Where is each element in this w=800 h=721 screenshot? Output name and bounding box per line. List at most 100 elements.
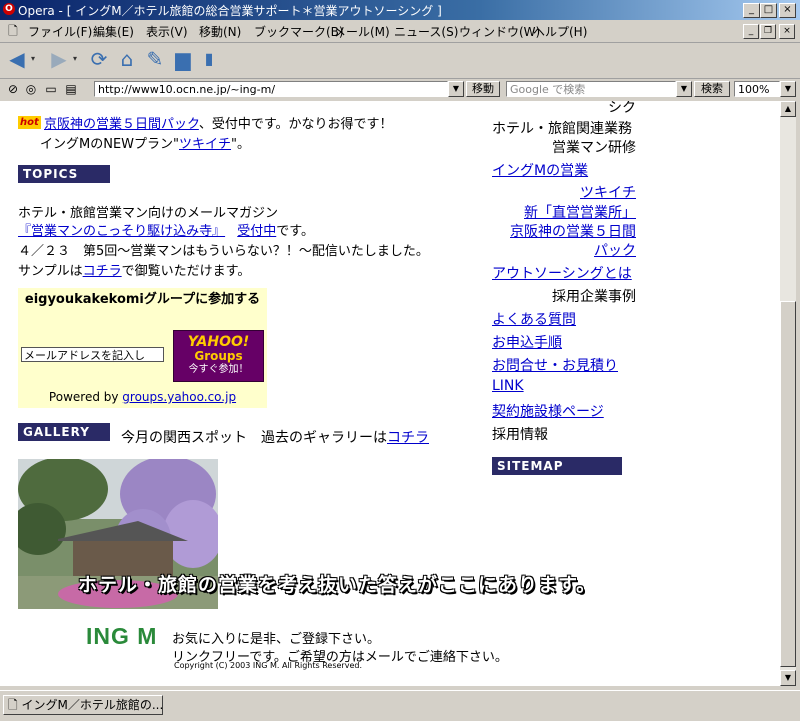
menu-help[interactable]: ヘルプ(H)	[533, 23, 587, 40]
sidebar-item-tsukiichi[interactable]: ツキイチ	[580, 182, 636, 202]
go-button[interactable]: 移動	[466, 81, 500, 97]
hot-text: 、受付中です。かなりお得です！	[198, 117, 393, 132]
forward-dropdown-icon[interactable]: ▾	[70, 48, 80, 70]
status-bar: 🗋 イングM／ホテル旅館の...	[0, 690, 800, 721]
sidebar-item-outsourcing[interactable]: アウトソーシングとは	[492, 263, 632, 283]
navigation-toolbar: ◀ ▾ ▶ ▾ ⟳ ⌂ ✎ ▆ ▮	[0, 43, 800, 79]
address-toolbar: ⊘ ◎ ▭ ▤ http://www10.ocn.ne.jp/~ing-m/ ▼…	[0, 79, 800, 101]
newplan-link[interactable]: ツキイチ	[179, 137, 231, 152]
scroll-thumb[interactable]	[780, 301, 796, 667]
home-icon[interactable]: ⌂	[116, 48, 138, 70]
opera-app-icon[interactable]: O	[3, 3, 15, 15]
yahoo-group-box: eigyoukakekomiグループに参加する メールアドレスを記入し YAHO…	[18, 288, 267, 408]
newplan-prefix: イングMのNEWプラン"	[40, 137, 179, 152]
menu-news[interactable]: ニュース(S)	[394, 23, 458, 40]
menu-bar: 🗋 ファイル(F) 編集(E) 表示(V) 移動(N) ブックマーク(B) メー…	[0, 20, 800, 43]
yahoo-logo-text: YAHOO!	[187, 334, 250, 350]
menu-edit[interactable]: 編集(E)	[93, 23, 134, 40]
accepting-link[interactable]: 受付中	[237, 224, 276, 239]
accepting-suffix: です。	[276, 224, 314, 239]
url-dropdown-button[interactable]: ▼	[448, 81, 464, 97]
banner-tagline: ホテル・旅館の営業を考え抜いた答えがここにあります。	[78, 574, 597, 596]
menu-window[interactable]: ウィンドウ(W)	[459, 23, 540, 40]
powered-prefix: Powered by	[48, 390, 123, 404]
reload-icon[interactable]: ⟳	[88, 48, 110, 70]
window-title-bar[interactable]: O Opera - [ イングM／ホテル旅館の総合営業サポート＊営業アウトソーシ…	[0, 0, 800, 20]
sidebar-item-application[interactable]: お申込手順	[492, 332, 562, 352]
sidebar-item-link[interactable]: LINK	[492, 378, 524, 394]
search-input[interactable]: Google で検索	[506, 81, 676, 97]
page-tab-icon: 🗋	[8, 698, 18, 712]
gallery-header: GALLERY	[18, 423, 110, 441]
newplan-suffix: "。	[231, 137, 250, 152]
sidebar-item-faq[interactable]: よくある質問	[492, 309, 576, 329]
sidebar-item-sales-training: 営業マン研修	[552, 140, 636, 156]
back-dropdown-icon[interactable]: ▾	[28, 48, 38, 70]
search-button[interactable]: 検索	[694, 81, 730, 97]
sidebar-item-keihanshin-package-cont[interactable]: パック	[594, 240, 636, 260]
menu-bookmarks[interactable]: ブックマーク(B)	[254, 23, 344, 40]
camera-icon[interactable]: ◎	[24, 82, 38, 96]
sample-suffix: で御覧いただけます。	[121, 264, 251, 279]
menu-navigate[interactable]: 移動(N)	[199, 23, 241, 40]
sidebar-item-keihanshin-package[interactable]: 京阪神の営業５日間	[510, 221, 636, 241]
document-icon: 🗋	[8, 24, 18, 38]
back-arrow-icon[interactable]: ◀	[6, 48, 28, 70]
forward-arrow-icon[interactable]: ▶	[48, 48, 70, 70]
gallery-link[interactable]: コチラ	[387, 430, 429, 446]
copyright: Copyright (C) 2003 ING M. All Rights Res…	[174, 661, 362, 670]
menu-file[interactable]: ファイル(F)	[28, 23, 92, 40]
mdi-restore-button[interactable]: ❐	[760, 24, 776, 39]
topics-line1: ホテル・旅館営業マン向けのメールマガジン	[18, 206, 279, 221]
yahoo-join-text: 今すぐ参加！	[188, 364, 249, 375]
zoom-field[interactable]: 100%	[734, 81, 780, 97]
window-title: Opera - [ イングM／ホテル旅館の総合営業サポート＊営業アウトソーシング…	[18, 4, 442, 18]
page-tab[interactable]: 🗋 イングM／ホテル旅館の...	[3, 695, 163, 715]
menu-view[interactable]: 表示(V)	[146, 23, 188, 40]
topics-line3: ４／２３ 第5回～営業マンはもういらない？！～配信いたしました。	[18, 244, 429, 259]
hotlist-icon[interactable]: ✎	[144, 48, 166, 70]
magazine-link[interactable]: 『営業マンのこっそり駆け込み寺』	[18, 224, 225, 239]
sidebar-item-case-studies: 採用企業事例	[552, 289, 636, 305]
menu-mail[interactable]: メール(M)	[334, 23, 390, 40]
minimize-button[interactable]: _	[743, 3, 760, 18]
print-icon[interactable]: ▆	[172, 48, 194, 70]
scroll-down-arrow-icon[interactable]: ▼	[780, 670, 796, 686]
sample-prefix: サンプルは	[18, 264, 83, 279]
sidebar-nav: シク ホテル・旅館関連業務 営業マン研修 イングMの営業 ツキイチ 新「直営営業…	[470, 101, 640, 481]
group-powered-by: Powered by groups.yahoo.co.jp	[18, 390, 267, 404]
topics-header: TOPICS	[18, 165, 110, 183]
sidebar-item-ingm-sales[interactable]: イングMの営業	[492, 160, 588, 180]
scroll-up-arrow-icon[interactable]: ▲	[780, 101, 796, 117]
page-tab-label: イングM／ホテル旅館の...	[21, 698, 163, 712]
security-icon[interactable]: ⊘	[6, 82, 20, 96]
page-icon[interactable]: ▮	[198, 48, 220, 70]
mdi-close-button[interactable]: ×	[779, 24, 795, 39]
group-email-input[interactable]: メールアドレスを記入し	[21, 347, 164, 362]
sitemap-header: SITEMAP	[492, 457, 622, 475]
yahoo-groups-text: Groups	[194, 349, 243, 363]
sidebar-item-direct-office[interactable]: 新「直営営業所」	[524, 202, 636, 222]
new-page-icon[interactable]: ▭	[44, 82, 58, 96]
copy-page-icon[interactable]: ▤	[64, 82, 78, 96]
search-dropdown-button[interactable]: ▼	[676, 81, 692, 97]
yahoo-groups-join-button[interactable]: YAHOO! Groups 今すぐ参加！	[173, 330, 264, 382]
url-input[interactable]: http://www10.ocn.ne.jp/~ing-m/	[94, 81, 448, 97]
sidebar-cut-item: シク	[608, 101, 636, 116]
hot-badge: hot	[18, 116, 41, 129]
mdi-minimize-button[interactable]: _	[743, 24, 759, 39]
group-title: eigyoukakekomiグループに参加する	[24, 292, 261, 307]
hot-link-package[interactable]: 京阪神の営業５日間パック	[44, 117, 199, 132]
gallery-text: 今月の関西スポット 過去のギャラリーは	[121, 430, 387, 446]
close-button[interactable]: ×	[779, 3, 796, 18]
sample-link[interactable]: コチラ	[83, 264, 122, 279]
sidebar-item-hotel-services: ホテル・旅館関連業務	[492, 121, 632, 137]
footer-line1: お気に入りに是非、ご登録下さい。	[172, 632, 381, 647]
maximize-button[interactable]: □	[760, 3, 777, 18]
vertical-scrollbar[interactable]: ▲ ▼	[780, 101, 796, 686]
sidebar-item-contact[interactable]: お問合せ・お見積り	[492, 355, 618, 375]
page-content: hot 京阪神の営業５日間パック、受付中です。かなりお得です！ イングMのNEW…	[0, 101, 780, 686]
zoom-dropdown-button[interactable]: ▼	[780, 81, 796, 97]
yahoo-groups-link[interactable]: groups.yahoo.co.jp	[122, 390, 236, 404]
sidebar-item-client-page[interactable]: 契約施設様ページ	[492, 401, 604, 421]
